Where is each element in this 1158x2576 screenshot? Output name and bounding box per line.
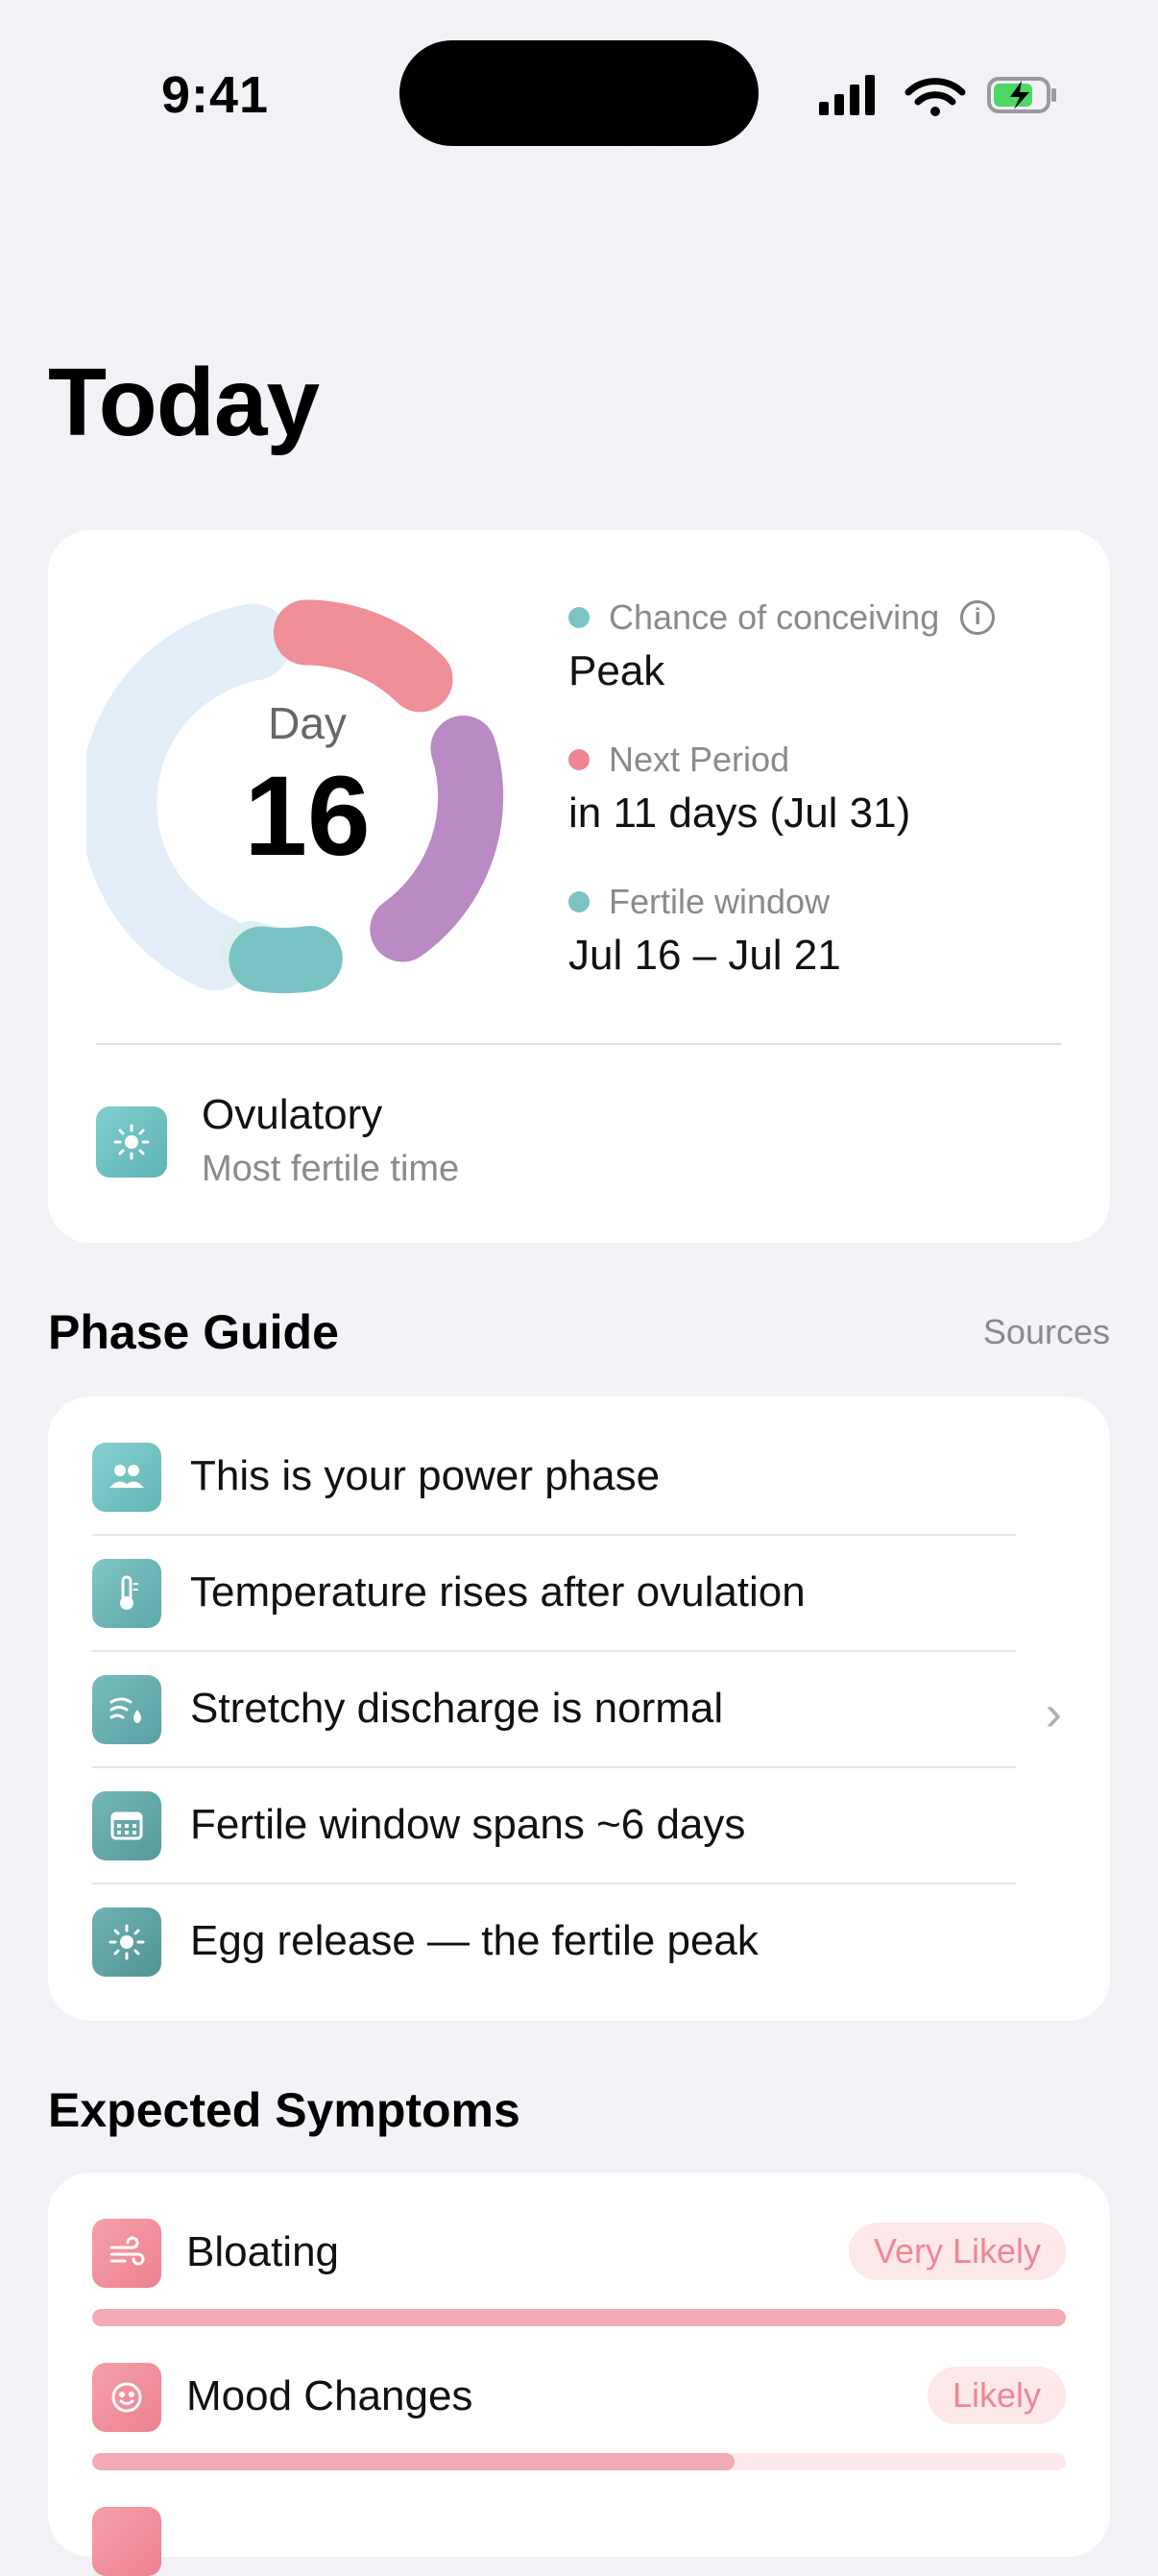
cycle-day-number: 16: [244, 753, 371, 880]
guide-item-text: Stretchy discharge is normal: [190, 1685, 724, 1732]
guide-item[interactable]: Stretchy discharge is normal ›: [92, 1652, 1062, 1768]
symptom-name: Bloating: [186, 2228, 340, 2275]
cycle-day-label: Day: [268, 698, 347, 748]
guide-item[interactable]: Egg release — the fertile peak: [92, 1884, 1062, 2001]
info-icon[interactable]: i: [960, 600, 996, 635]
stat-fertile-window-value: Jul 16 – Jul 21: [568, 932, 841, 979]
battery-icon: [987, 77, 1056, 113]
stat-next-period-value: in 11 days (Jul 31): [568, 790, 911, 837]
symptom-name: Mood Changes: [186, 2372, 473, 2419]
likelihood-badge: Very Likely: [848, 2223, 1066, 2280]
calendar-icon: [92, 1791, 161, 1860]
people-icon: [92, 1443, 161, 1512]
likelihood-bar-fill: [92, 2309, 1066, 2326]
stat-conceiving-value: Peak: [568, 647, 665, 694]
ring-period-arc: [273, 599, 453, 713]
droplet-wind-icon: [92, 1675, 161, 1744]
thermometer-icon: [92, 1559, 161, 1628]
likelihood-bar: [92, 2453, 1066, 2470]
wind-icon: [92, 2219, 161, 2288]
likelihood-badge: Likely: [927, 2367, 1066, 2424]
stat-conceiving: Chance of conceiving i Peak: [568, 597, 996, 695]
guide-item[interactable]: This is your power phase: [92, 1420, 1062, 1536]
stat-fertile-window: Fertile window Jul 16 – Jul 21: [568, 882, 841, 980]
status-bar: 9:41: [0, 0, 1158, 192]
guide-item[interactable]: Temperature rises after ovulation: [92, 1536, 1062, 1652]
likelihood-bar-fill: [92, 2453, 736, 2470]
smile-icon: [92, 2363, 161, 2432]
symptom-icon: [92, 2507, 161, 2576]
guide-item-text: Egg release — the fertile peak: [190, 1917, 759, 1964]
guide-item-text: Temperature rises after ovulation: [190, 1568, 806, 1616]
wifi-icon: [905, 78, 966, 116]
dynamic-island: [399, 40, 759, 146]
sources-link[interactable]: Sources: [951, 1312, 1110, 1352]
fertile-window-dot: [568, 891, 590, 912]
symptoms-title: Expected Symptoms: [48, 2083, 520, 2137]
ring-fertile-arc: [229, 926, 343, 994]
conceiving-dot: [568, 607, 590, 628]
phase-description: Most fertile time: [202, 1149, 460, 1189]
phase-name: Ovulatory: [202, 1091, 383, 1138]
stat-conceiving-label: Chance of conceiving: [609, 597, 940, 637]
phase-guide-title: Phase Guide: [48, 1305, 339, 1359]
page-title: Today: [48, 349, 320, 456]
status-time: 9:41: [161, 66, 270, 124]
sun-icon: [92, 1908, 161, 1977]
next-period-dot: [568, 749, 590, 770]
guide-item[interactable]: Fertile window spans ~6 days: [92, 1768, 1062, 1884]
status-icons: [819, 75, 1056, 116]
likelihood-bar: [92, 2309, 1066, 2326]
chevron-right-icon[interactable]: ›: [1046, 1685, 1062, 1742]
guide-item-text: Fertile window spans ~6 days: [190, 1801, 746, 1848]
stat-next-period-label: Next Period: [609, 740, 790, 779]
sun-icon: [96, 1106, 167, 1178]
card-divider: [96, 1043, 1062, 1045]
signal-icon: [819, 75, 875, 115]
stat-fertile-window-label: Fertile window: [609, 882, 831, 921]
stat-next-period: Next Period in 11 days (Jul 31): [568, 740, 910, 838]
guide-item-text: This is your power phase: [190, 1452, 661, 1499]
